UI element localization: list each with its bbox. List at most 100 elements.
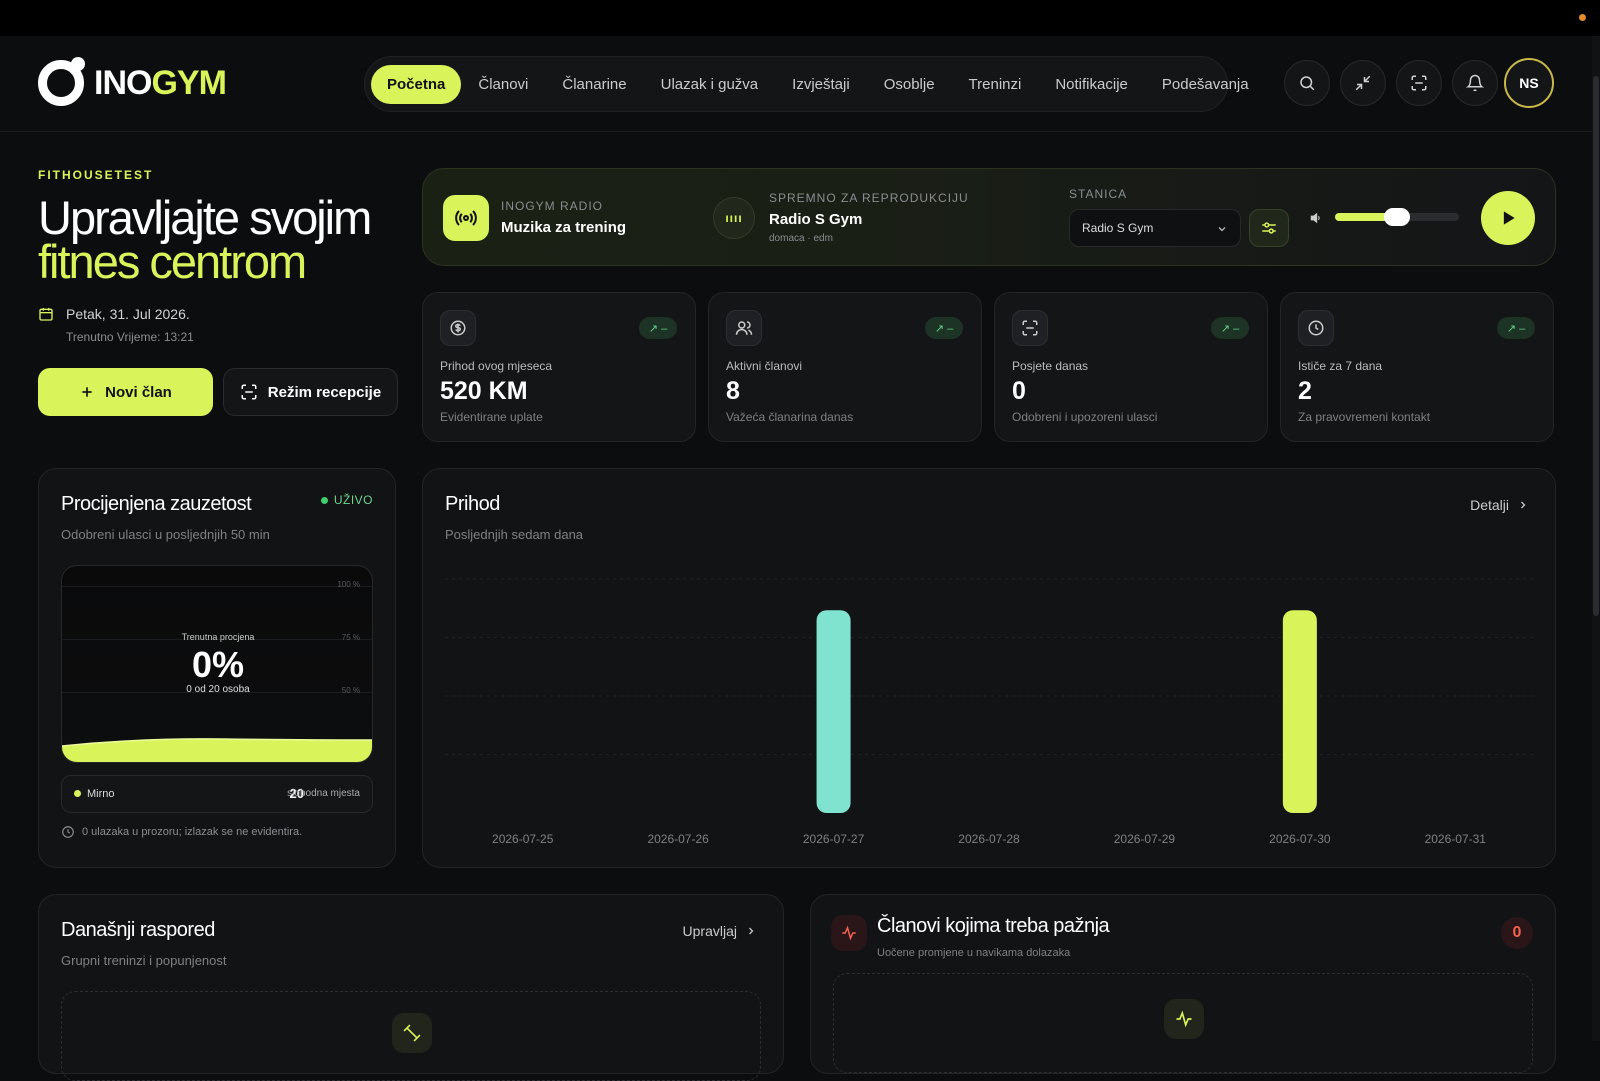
play-button[interactable] xyxy=(1481,191,1535,245)
scrollbar-thumb[interactable] xyxy=(1593,76,1599,616)
scan-button[interactable] xyxy=(1396,60,1442,106)
radio-settings-button[interactable] xyxy=(1249,209,1289,247)
dollar-icon xyxy=(440,310,476,346)
new-member-button[interactable]: Novi član xyxy=(38,368,213,416)
scan-icon xyxy=(241,384,257,400)
x-tick-label: 2026-07-28 xyxy=(958,832,1020,846)
clock-icon xyxy=(1298,310,1334,346)
trend-badge: ↗ – xyxy=(639,317,677,339)
hero: FITHOUSETEST Upravljajte svojim fitnes c… xyxy=(38,168,398,416)
nav-item-ulazak[interactable]: Ulazak i gužva xyxy=(644,66,776,103)
trend-badge: ↗ – xyxy=(925,317,963,339)
activity-icon xyxy=(831,915,867,951)
trend-badge: ↗ – xyxy=(1211,317,1249,339)
current-time: Trenutno Vrijeme: 13:21 xyxy=(66,330,194,344)
nav-item-podesavanja[interactable]: Podešavanja xyxy=(1145,66,1266,103)
x-tick-label: 2026-07-30 xyxy=(1269,832,1331,846)
volume-icon xyxy=(1310,212,1320,224)
schedule-subtitle: Grupni treninzi i popunjenost xyxy=(61,953,227,968)
stat-value: 2 xyxy=(1298,377,1312,405)
clock-icon xyxy=(62,826,74,838)
nav-item-notifikacije[interactable]: Notifikacije xyxy=(1038,66,1145,103)
stat-value: 0 xyxy=(1012,377,1026,405)
x-tick-label: 2026-07-25 xyxy=(492,832,554,846)
os-top-bar xyxy=(0,0,1600,36)
dumbbell-icon xyxy=(392,1013,432,1053)
nav-item-treninzi[interactable]: Treninzi xyxy=(952,66,1039,103)
x-tick-label: 2026-07-29 xyxy=(1114,832,1176,846)
nav-item-clanarine[interactable]: Članarine xyxy=(545,66,643,103)
stat-card-expiring[interactable]: ↗ – Ističe za 7 dana 2 Za pravovremeni k… xyxy=(1280,292,1554,442)
users-icon xyxy=(726,310,762,346)
stat-label: Posjete danas xyxy=(1012,359,1089,373)
x-tick-label: 2026-07-31 xyxy=(1425,832,1487,846)
radio-status-label: SPREMNO ZA REPRODUKCIJU xyxy=(769,191,969,205)
stat-card-revenue[interactable]: ↗ – Prihod ovog mjeseca 520 KM Evidentir… xyxy=(422,292,696,442)
bar-2026-07-30[interactable] xyxy=(1282,610,1317,813)
current-date: Petak, 31. Jul 2026. xyxy=(66,306,190,322)
logo[interactable]: INOGYM xyxy=(38,57,227,108)
nav-item-clanovi[interactable]: Članovi xyxy=(461,66,545,103)
x-tick-label: 2026-07-26 xyxy=(647,832,709,846)
logo-text: INOGYM xyxy=(94,63,227,103)
stat-sub: Evidentirane uplate xyxy=(440,410,543,424)
chevron-down-icon xyxy=(1218,227,1226,232)
schedule-panel: Današnji raspored Grupni treninzi i popu… xyxy=(38,894,784,1081)
live-label: UŽIVO xyxy=(333,493,373,507)
occupancy-title: Procijenjena zauzetost xyxy=(61,493,252,515)
plus-icon xyxy=(82,387,92,397)
radio-icon xyxy=(443,195,489,241)
station-select[interactable]: Radio S Gym xyxy=(1069,209,1241,247)
tick-label: 100 % xyxy=(337,580,360,589)
page-title-line2: fitnes centrom xyxy=(38,235,307,288)
attention-title: Članovi kojima treba pažnja xyxy=(877,915,1110,937)
revenue-panel: Prihod Posljednjih sedam dana Detalji 20… xyxy=(422,468,1556,868)
schedule-title: Današnji raspored xyxy=(61,919,215,941)
radio-title: Muzika za trening xyxy=(501,219,627,236)
reception-mode-button[interactable]: Režim recepcije xyxy=(223,368,398,416)
station-tags: domaca · edm xyxy=(769,233,833,244)
station-name: Radio S Gym xyxy=(769,211,863,228)
nav-item-izvjestaji[interactable]: Izvještaji xyxy=(775,66,867,103)
occupancy-note-text: 0 ulazaka u prozoru; izlazak se ne evide… xyxy=(82,826,303,838)
logo-text-a: INO xyxy=(94,63,152,102)
volume-slider[interactable] xyxy=(1335,208,1459,226)
user-avatar[interactable]: NS xyxy=(1504,58,1554,108)
equalizer-icon: ıııı xyxy=(713,197,755,239)
search-button[interactable] xyxy=(1284,60,1330,106)
collapse-button[interactable] xyxy=(1340,60,1386,106)
volume-knob[interactable] xyxy=(1384,208,1410,226)
stat-card-active-members[interactable]: ↗ – Aktivni članovi 8 Važeća članarina d… xyxy=(708,292,982,442)
logo-text-b: GYM xyxy=(151,63,226,102)
page-title-line1: Upravljajte svojim xyxy=(38,191,372,244)
attention-panel: Članovi kojima treba pažnja Uočene promj… xyxy=(810,894,1556,1074)
occupancy-percent: 0% xyxy=(191,644,245,685)
manage-label: Upravljaj xyxy=(682,923,737,939)
x-tick-label: 2026-07-27 xyxy=(803,832,865,846)
bar-2026-07-27[interactable] xyxy=(816,610,851,813)
nav-item-osoblje[interactable]: Osoblje xyxy=(867,66,952,103)
occupancy-subtitle: Odobreni ulasci u posljednjih 50 min xyxy=(61,527,270,542)
scan-icon xyxy=(1411,75,1427,91)
search-icon xyxy=(1300,76,1315,91)
stat-label: Prihod ovog mjeseca xyxy=(440,359,553,373)
stat-sub: Važeća članarina danas xyxy=(726,410,854,424)
date-row: Petak, 31. Jul 2026. xyxy=(38,306,398,322)
current-estimate-label: Trenutna procjena xyxy=(181,632,255,642)
stat-label: Aktivni članovi xyxy=(726,359,803,373)
scrollbar[interactable] xyxy=(1592,36,1600,1041)
revenue-chart: 2026-07-25 2026-07-26 2026-07-27 2026-07-28… xyxy=(445,578,1533,846)
occupancy-note: 0 ulazaka u prozoru; izlazak se ne evide… xyxy=(61,825,302,839)
radio-player: INOGYM RADIO Muzika za trening ıııı SPRE… xyxy=(422,168,1556,266)
hero-actions: Novi član Režim recepcije xyxy=(38,368,398,416)
stat-card-visits[interactable]: ↗ – Posjete danas 0 Odobreni i upozoreni… xyxy=(994,292,1268,442)
occupancy-footer: Mirno 20 slobodna mjesta xyxy=(61,775,373,813)
manage-link[interactable]: Upravljaj xyxy=(683,923,757,939)
bell-icon xyxy=(1466,74,1484,92)
notifications-button[interactable] xyxy=(1452,60,1498,106)
play-icon xyxy=(1503,211,1515,225)
occupancy-panel: Procijenjena zauzetost UŽIVO Odobreni ul… xyxy=(38,468,396,868)
status-dot xyxy=(1579,14,1586,21)
nav-item-pocetna[interactable]: Početna xyxy=(371,64,462,104)
stat-label: Ističe za 7 dana xyxy=(1298,359,1383,373)
